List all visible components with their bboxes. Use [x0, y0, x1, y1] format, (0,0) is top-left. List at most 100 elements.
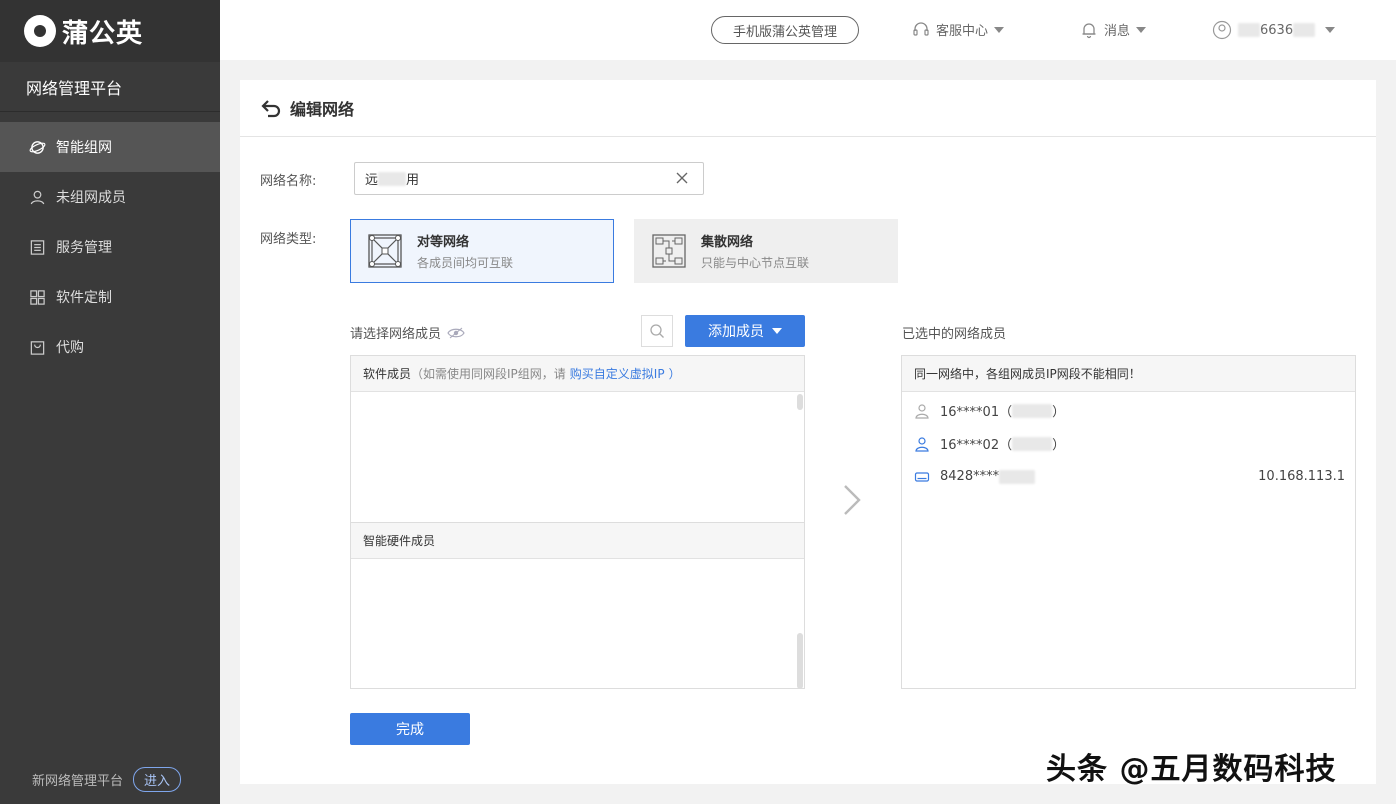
member-ip: 10.168.113.1: [1258, 469, 1345, 484]
network-name-label: 网络名称:: [260, 174, 317, 189]
messages-menu[interactable]: 消息: [1080, 20, 1147, 39]
sidebar-item-purchase[interactable]: 代购: [0, 322, 220, 372]
user-icon: [28, 188, 46, 206]
search-button[interactable]: [641, 315, 673, 347]
selected-members-list: 16****01（ ） 16****02（ ） 8428**** 10.168.…: [902, 392, 1355, 493]
buy-custom-ip-link[interactable]: 购买自定义虚拟IP: [570, 365, 665, 382]
headset-icon: [913, 21, 929, 36]
software-members-header: 软件成员 （如需使用同网段IP组网，请 购买自定义虚拟IP ）: [351, 356, 804, 392]
member-redacted: [999, 469, 1036, 484]
page-title: 编辑网络: [290, 100, 355, 119]
bell-icon: [1082, 22, 1096, 38]
software-members-note: （如需使用同网段IP组网，请: [411, 367, 566, 381]
chevron-down-icon: [1136, 26, 1147, 33]
software-members-list[interactable]: [351, 392, 804, 523]
list-icon: [28, 238, 46, 256]
software-members-title: 软件成员: [363, 367, 412, 381]
account-menu[interactable]: 6636: [1212, 20, 1336, 40]
type-option-hub[interactable]: 集散网络 只能与中心节点互联: [634, 219, 898, 283]
chevron-right-icon[interactable]: [840, 483, 864, 517]
sidebar-nav: 智能组网 未组网成员 服务管理 软件定制 代购: [0, 122, 220, 372]
search-icon: [650, 324, 664, 338]
logo[interactable]: 蒲公英: [0, 0, 220, 62]
list-item[interactable]: 16****02（ ）: [902, 427, 1355, 460]
chevron-down-icon: [1325, 27, 1336, 33]
type-desc: 只能与中心节点互联: [701, 256, 810, 270]
user-icon: [915, 436, 929, 452]
support-center-label: 客服中心: [936, 24, 989, 39]
type-option-peer[interactable]: 对等网络 各成员间均可互联: [350, 219, 614, 283]
sidebar-item-label: 未组网成员: [56, 190, 126, 206]
selected-members-panel: 同一网络中，各组网成员IP网段不能相同！ 16****01（ ） 16****0…: [901, 355, 1356, 689]
member-name: 16****01（: [940, 405, 1013, 420]
eye-icon[interactable]: [447, 327, 465, 339]
list-item[interactable]: 16****01（ ）: [902, 394, 1355, 427]
chevron-down-icon: [994, 26, 1005, 33]
list-item[interactable]: 8428**** 10.168.113.1: [902, 460, 1355, 493]
member-name: 16****02（: [940, 438, 1013, 453]
type-title: 集散网络: [701, 235, 754, 250]
selected-members-label: 已选中的网络成员: [902, 327, 1007, 342]
sidebar-item-label: 代购: [56, 340, 84, 356]
sidebar-item-smart-network[interactable]: 智能组网: [0, 122, 220, 172]
account-redacted: [1293, 23, 1316, 37]
type-title: 对等网络: [417, 235, 470, 250]
member-redacted: [1012, 403, 1053, 418]
selected-members-notice: 同一网络中，各组网成员IP网段不能相同！: [902, 356, 1355, 392]
sidebar-item-label: 服务管理: [56, 240, 112, 256]
sidebar-item-service-management[interactable]: 服务管理: [0, 222, 220, 272]
watermark: 头条 @五月数码科技: [1046, 752, 1337, 787]
clear-icon[interactable]: [675, 171, 689, 185]
logo-text: 蒲公英: [62, 18, 144, 49]
type-desc: 各成员间均可互联: [417, 256, 514, 270]
hardware-members-list[interactable]: [351, 559, 804, 689]
hardware-members-header: 智能硬件成员: [351, 523, 804, 559]
bag-icon: [28, 338, 46, 356]
mobile-management-button[interactable]: 手机版蒲公英管理: [711, 16, 859, 44]
hardware-members-title: 智能硬件成员: [363, 534, 436, 548]
network-name-value: 用: [406, 173, 420, 188]
add-member-label: 添加成员: [708, 324, 764, 340]
name-redacted: [378, 171, 407, 186]
sidebar-item-label: 智能组网: [56, 140, 112, 156]
sidebar-item-label: 软件定制: [56, 290, 112, 306]
mesh-network-icon: [368, 234, 402, 268]
avatar-icon: [1212, 20, 1232, 40]
platform-title: 网络管理平台: [0, 62, 220, 112]
hub-network-icon: [652, 234, 686, 268]
new-platform-label: 新网络管理平台: [32, 774, 124, 789]
select-members-label: 请选择网络成员: [350, 323, 465, 342]
available-members-panel: 软件成员 （如需使用同网段IP组网，请 购买自定义虚拟IP ） 智能硬件成员: [350, 355, 805, 689]
sidebar-item-software-customization[interactable]: 软件定制: [0, 272, 220, 322]
add-member-button[interactable]: 添加成员: [685, 315, 805, 347]
network-type-label: 网络类型:: [260, 232, 317, 247]
network-name-input[interactable]: 远 用: [354, 162, 704, 195]
dandelion-logo-icon: [24, 15, 56, 47]
done-button[interactable]: 完成: [350, 713, 470, 745]
user-icon: [915, 403, 929, 419]
messages-label: 消息: [1104, 24, 1131, 39]
account-label: 6636: [1260, 22, 1294, 38]
edit-network-card: 编辑网络 网络名称: 远 用 网络类型: 对等网络 各成员间均可互联 集散网络 …: [240, 80, 1376, 784]
support-center-menu[interactable]: 客服中心: [912, 20, 1005, 39]
new-platform-promo: 新网络管理平台 进入: [32, 767, 182, 792]
member-name-end: ）: [1052, 438, 1066, 453]
member-redacted: [1012, 436, 1053, 451]
chevron-down-icon: [772, 328, 782, 334]
scrollbar[interactable]: [797, 394, 803, 410]
select-members-text: 请选择网络成员: [350, 327, 442, 342]
sidebar: 蒲公英 网络管理平台 智能组网 未组网成员 服务管理 软件定制 代购 新网络管理…: [0, 0, 220, 804]
sidebar-item-unnetworked-members[interactable]: 未组网成员: [0, 172, 220, 222]
topbar: 手机版蒲公英管理 客服中心 消息 6636: [220, 0, 1396, 60]
back-arrow-icon[interactable]: [260, 98, 282, 118]
software-members-note-end: ）: [668, 367, 681, 381]
router-icon: [914, 471, 930, 482]
member-name: 8428****: [940, 469, 1000, 484]
enter-button[interactable]: 进入: [133, 767, 182, 792]
planet-icon: [28, 138, 46, 156]
member-name-end: ）: [1052, 405, 1066, 420]
card-header: 编辑网络: [240, 80, 1376, 137]
network-name-value: 远: [365, 173, 379, 188]
scrollbar[interactable]: [797, 633, 803, 689]
account-redacted: [1238, 23, 1260, 37]
